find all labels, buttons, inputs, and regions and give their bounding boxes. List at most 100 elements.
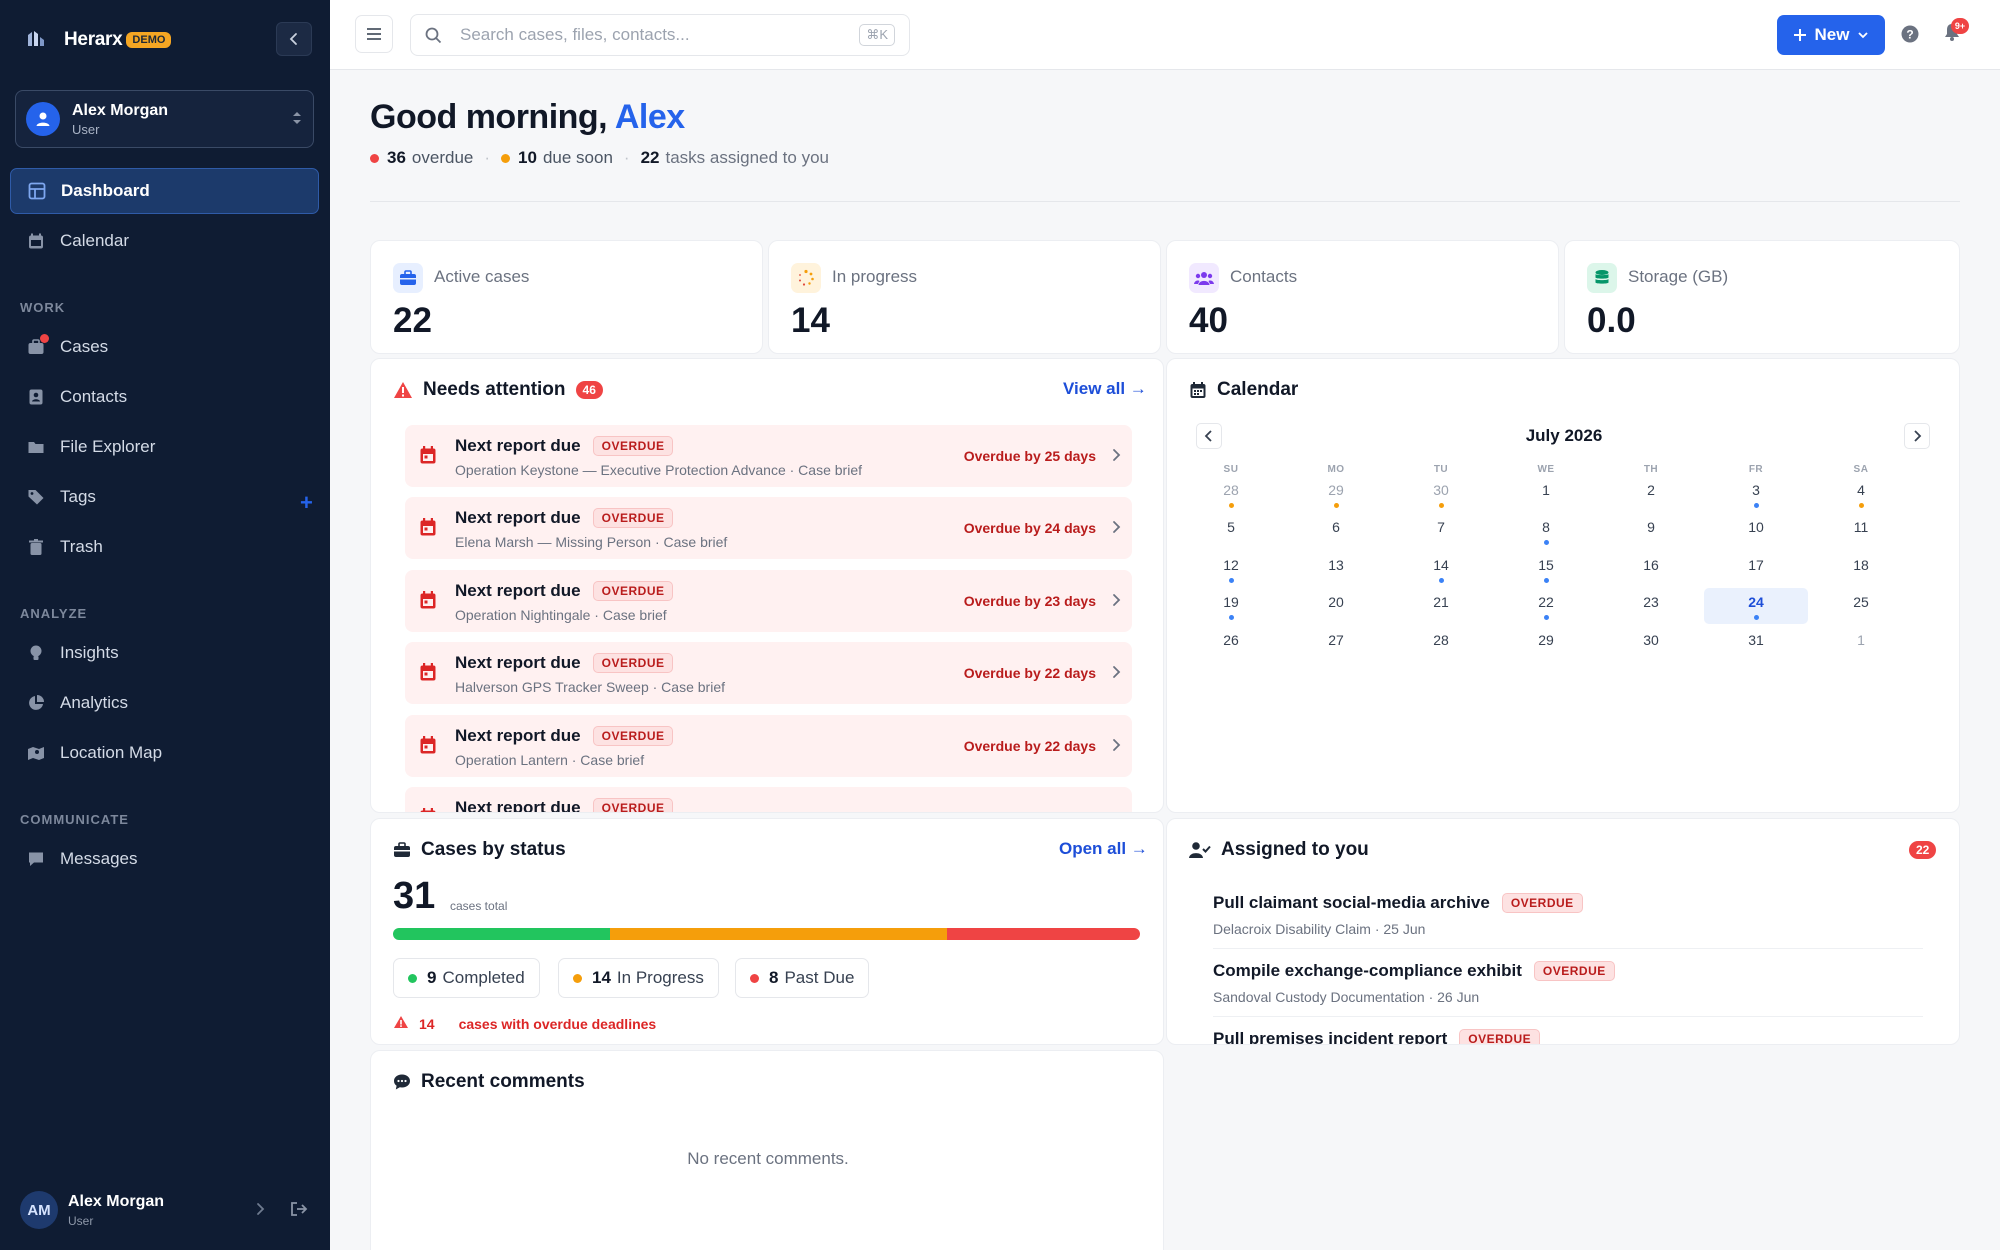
calendar-day[interactable]: 5 (1179, 513, 1283, 549)
user-name: Alex Morgan (72, 101, 169, 119)
comment-icon (393, 1073, 411, 1091)
sidebar-item-messages[interactable]: Messages (10, 836, 319, 882)
overdue-badge: OVERDUE (592, 726, 674, 746)
attention-item[interactable]: Next report due OVERDUE (405, 787, 1132, 812)
stat-card-in-progress[interactable]: In progress 14 (768, 240, 1161, 354)
attention-item-subtitle: Operation Keystone — Executive Protectio… (455, 462, 862, 478)
attention-item[interactable]: Next report due OVERDUE Operation Keyston… (405, 425, 1132, 487)
calendar-day[interactable]: 3 (1704, 476, 1808, 512)
collapse-sidebar-button[interactable] (276, 22, 312, 56)
attention-item[interactable]: Next report due OVERDUE Halverson GPS Tra… (405, 642, 1132, 704)
calendar-day[interactable]: 25 (1809, 588, 1913, 624)
sidebar-item-location-map[interactable]: Location Map (10, 730, 319, 776)
calendar-day[interactable]: 21 (1389, 588, 1493, 624)
calendar-day[interactable]: 30 (1599, 626, 1703, 662)
calendar-day[interactable]: 26 (1179, 626, 1283, 662)
hamburger-icon (367, 28, 381, 40)
calendar-day[interactable]: 29 (1284, 476, 1388, 512)
sidebar-item-tags[interactable]: Tags (10, 474, 319, 520)
calendar-day[interactable]: 8 (1494, 513, 1598, 549)
view-all-link[interactable]: View all → (1063, 379, 1147, 399)
sidebar-item-contacts[interactable]: Contacts (10, 374, 319, 420)
logout-icon[interactable] (290, 1201, 308, 1222)
calendar-day[interactable]: 9 (1599, 513, 1703, 549)
calendar-day[interactable]: 2 (1599, 476, 1703, 512)
calendar-day[interactable]: 12 (1179, 551, 1283, 587)
assigned-panel: Assigned to you 22 Pull claimant social-… (1166, 818, 1960, 1045)
completed-dot (408, 973, 417, 983)
calendar-day[interactable]: 19 (1179, 588, 1283, 624)
user-switcher[interactable]: Alex Morgan User (15, 90, 314, 148)
search-box[interactable]: ⌘K (410, 14, 910, 56)
calendar-day[interactable]: 10 (1704, 513, 1808, 549)
calendar-day[interactable]: 14 (1389, 551, 1493, 587)
help-icon[interactable]: ? (1900, 24, 1920, 49)
calendar-day[interactable]: 31 (1704, 626, 1808, 662)
calendar-day[interactable]: 23 (1599, 588, 1703, 624)
calendar-day[interactable]: 11 (1809, 513, 1913, 549)
sidebar-item-analytics[interactable]: Analytics (10, 680, 319, 726)
assigned-task-item[interactable]: Pull premises incident report OVERDUE (1213, 1017, 1923, 1044)
calendar-day[interactable]: 28 (1179, 476, 1283, 512)
map-icon (26, 743, 46, 763)
status-bar-segment (609, 928, 948, 940)
calendar-day-number: 1 (1857, 632, 1865, 648)
add-tag-icon[interactable]: + (300, 490, 313, 516)
calendar-day[interactable]: 15 (1494, 551, 1598, 587)
calendar-day-today[interactable]: 24 (1704, 588, 1808, 624)
in-progress-dot (573, 973, 582, 983)
sidebar-item-dashboard[interactable]: Dashboard (10, 168, 319, 214)
calendar-day[interactable]: 18 (1809, 551, 1913, 587)
attention-item-subtitle: Elena Marsh — Missing Person · Case brie… (455, 534, 728, 550)
needs-attention-title: Needs attention 46 (393, 379, 603, 401)
calendar-day[interactable]: 4 (1809, 476, 1913, 512)
chevron-right-icon (1110, 737, 1122, 758)
next-month-button[interactable] (1904, 423, 1930, 449)
status-progress-bar (393, 928, 1140, 940)
calendar-day-number: 20 (1328, 594, 1344, 610)
sidebar-item-insights[interactable]: Insights (10, 630, 319, 676)
sidebar-item-label: Analytics (60, 693, 129, 712)
briefcase-icon (393, 842, 411, 858)
sidebar-item-trash[interactable]: Trash (10, 524, 319, 570)
stat-card-storage[interactable]: Storage (GB) 0.0 (1564, 240, 1960, 354)
calendar-day[interactable]: 1 (1494, 476, 1598, 512)
sidebar-item-cases[interactable]: Cases (10, 324, 319, 370)
calendar-day[interactable]: 27 (1284, 626, 1388, 662)
calendar-day[interactable]: 13 (1284, 551, 1388, 587)
attention-item[interactable]: Next report due OVERDUE Operation Lantern… (405, 715, 1132, 777)
attention-item[interactable]: Next report due OVERDUE Elena Marsh — Mis… (405, 497, 1132, 559)
status-pill-in-progress[interactable]: 14 In Progress (558, 958, 719, 998)
stat-card-contacts[interactable]: Contacts 40 (1166, 240, 1559, 354)
calendar-day[interactable]: 22 (1494, 588, 1598, 624)
menu-button[interactable] (355, 15, 393, 53)
calendar-day-number: 25 (1853, 594, 1869, 610)
brand[interactable]: Herarx DEMO (22, 22, 172, 58)
stat-label: Storage (GB) (1628, 267, 1729, 286)
sidebar-item-file-explorer[interactable]: File Explorer (10, 424, 319, 470)
calendar-day[interactable]: 1 (1809, 626, 1913, 662)
footer-avatar[interactable]: AM (20, 1191, 58, 1229)
calendar-day[interactable]: 6 (1284, 513, 1388, 549)
calendar-day[interactable]: 28 (1389, 626, 1493, 662)
chevron-right-icon[interactable] (254, 1202, 266, 1221)
attention-item[interactable]: Next report due OVERDUE Operation Nightin… (405, 570, 1132, 632)
open-all-link[interactable]: Open all → (1059, 839, 1148, 859)
attention-item-title: Next report due OVERDUE (455, 581, 674, 601)
calendar-day[interactable]: 20 (1284, 588, 1388, 624)
calendar-day[interactable]: 30 (1389, 476, 1493, 512)
new-button[interactable]: New (1777, 15, 1885, 55)
assigned-task-item[interactable]: Compile exchange-compliance exhibit OVERD… (1213, 949, 1923, 1017)
calendar-day[interactable]: 7 (1389, 513, 1493, 549)
stat-card-active-cases[interactable]: Active cases 22 (370, 240, 763, 354)
assigned-task-item[interactable]: Pull claimant social-media archive OVERDU… (1213, 881, 1923, 949)
calendar-day[interactable]: 17 (1704, 551, 1808, 587)
status-pill-past-due[interactable]: 8 Past Due (735, 958, 870, 998)
search-input[interactable] (460, 25, 840, 45)
calendar-day[interactable]: 29 (1494, 626, 1598, 662)
status-pill-completed[interactable]: 9 Completed (393, 958, 540, 998)
calendar-day[interactable]: 16 (1599, 551, 1703, 587)
sidebar-item-calendar[interactable]: Calendar (10, 218, 319, 264)
chevron-right-icon (1110, 592, 1122, 613)
attention-item-title: Next report due OVERDUE (455, 653, 674, 673)
